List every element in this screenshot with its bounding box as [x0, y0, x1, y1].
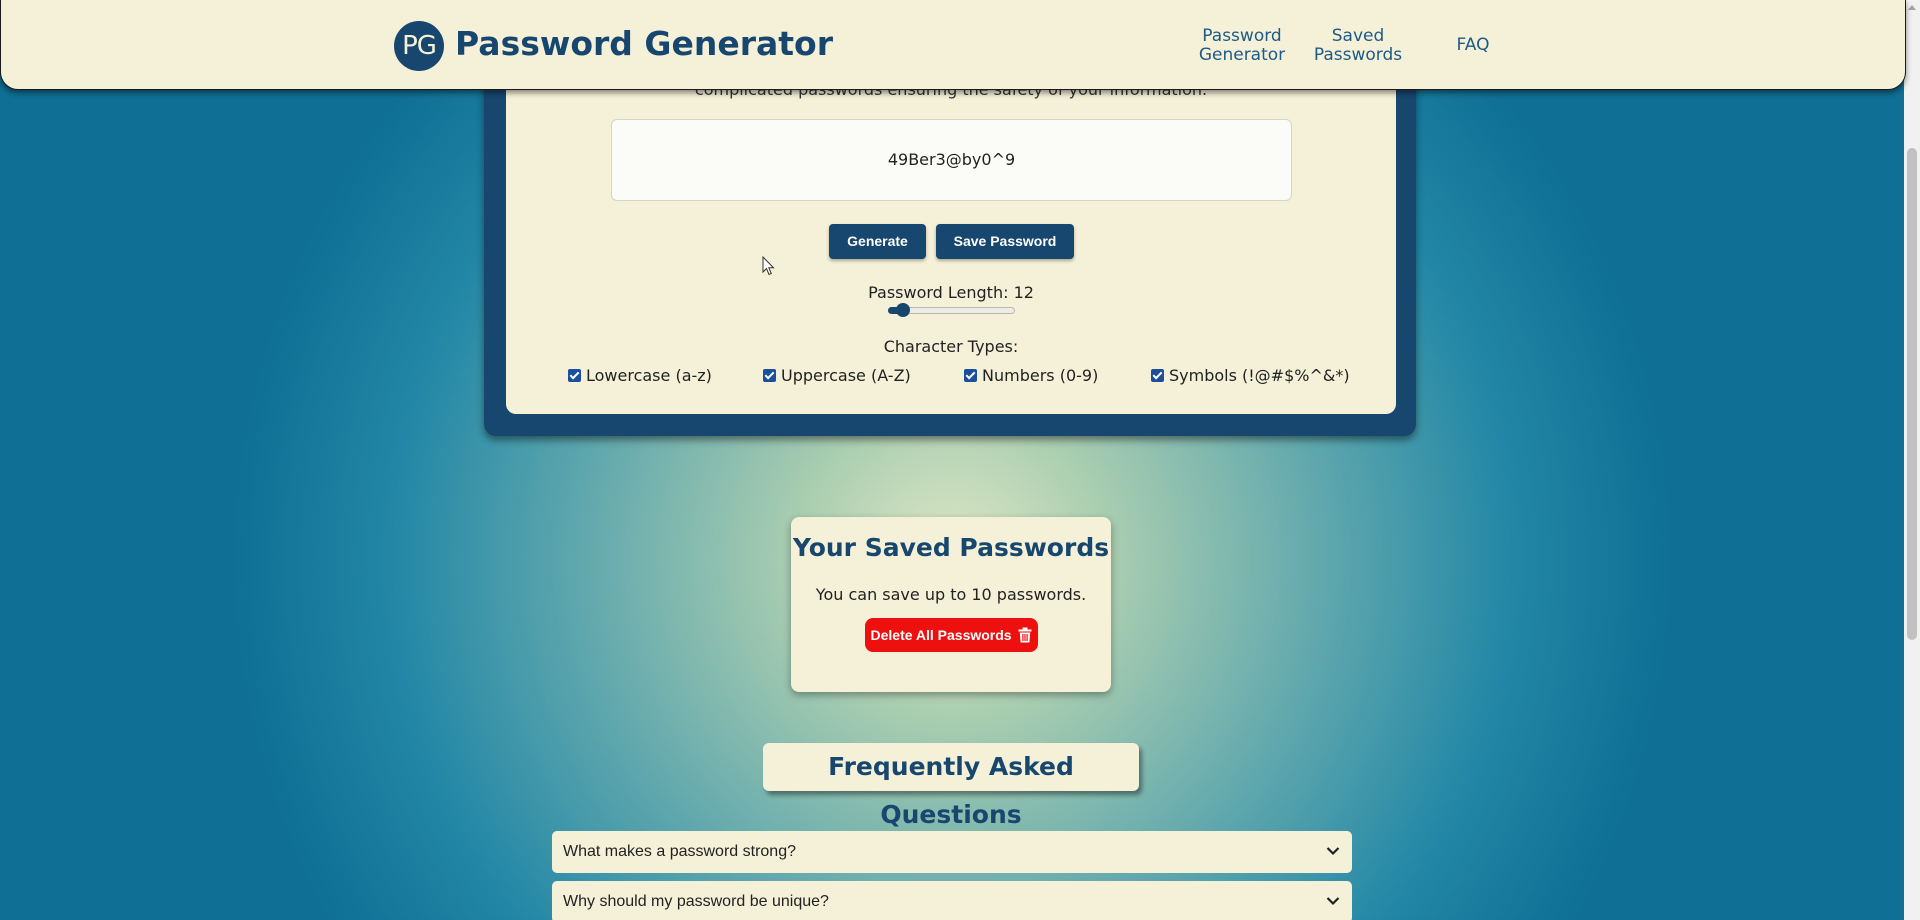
- chevron-down-icon[interactable]: [1326, 896, 1340, 906]
- checkbox-symbols-label: Symbols (!@#$%^&*): [1169, 366, 1350, 385]
- checkbox-uppercase-label: Uppercase (A-Z): [781, 366, 911, 385]
- trash-icon: [1018, 627, 1032, 643]
- save-password-button[interactable]: Save Password: [936, 224, 1074, 259]
- delete-all-passwords-button[interactable]: Delete All Passwords: [865, 618, 1038, 652]
- faq-question: Why should my password be unique?: [563, 893, 829, 910]
- top-navbar: PG Password Generator Password Generator…: [0, 0, 1906, 90]
- character-types-label: Character Types:: [883, 337, 1019, 356]
- checkbox-symbols[interactable]: Symbols (!@#$%^&*): [1151, 366, 1350, 385]
- password-length-slider-thumb[interactable]: [896, 303, 910, 317]
- checkbox-checked-icon[interactable]: [763, 369, 776, 382]
- saved-passwords-title: Your Saved Passwords: [792, 533, 1110, 562]
- nav-link-password-generator[interactable]: Password Generator: [1194, 27, 1290, 65]
- password-length-label: Password Length: 12: [868, 283, 1034, 302]
- generate-button[interactable]: Generate: [829, 224, 926, 259]
- delete-all-passwords-label: Delete All Passwords: [870, 627, 1012, 643]
- scroll-up-arrow-icon[interactable]: [1908, 5, 1916, 10]
- checkbox-uppercase[interactable]: Uppercase (A-Z): [763, 366, 911, 385]
- checkbox-checked-icon[interactable]: [1151, 369, 1164, 382]
- checkbox-checked-icon[interactable]: [964, 369, 977, 382]
- mouse-cursor-icon: [762, 256, 775, 276]
- nav-link-line: Password: [1202, 26, 1282, 46]
- nav-link-line: Saved: [1331, 26, 1385, 46]
- nav-link-saved-passwords[interactable]: Saved Passwords: [1308, 27, 1408, 65]
- faq-item[interactable]: What makes a password strong?: [552, 831, 1352, 873]
- faq-heading: Frequently Asked Questions: [763, 743, 1139, 829]
- brand-title[interactable]: Password Generator: [455, 24, 833, 63]
- password-output[interactable]: 49Ber3@by0^9: [611, 119, 1292, 201]
- faq-question: What makes a password strong?: [563, 843, 796, 860]
- checkbox-numbers[interactable]: Numbers (0-9): [964, 366, 1098, 385]
- checkbox-checked-icon[interactable]: [568, 369, 581, 382]
- checkbox-lowercase[interactable]: Lowercase (a-z): [568, 366, 712, 385]
- checkbox-lowercase-label: Lowercase (a-z): [586, 366, 712, 385]
- faq-item[interactable]: Why should my password be unique?: [552, 881, 1352, 920]
- chevron-down-icon[interactable]: [1326, 846, 1340, 856]
- scrollbar-thumb[interactable]: [1907, 148, 1917, 640]
- checkbox-numbers-label: Numbers (0-9): [982, 366, 1099, 385]
- saved-passwords-subtitle: You can save up to 10 passwords.: [815, 585, 1087, 604]
- brand-logo[interactable]: PG: [394, 21, 444, 71]
- nav-link-faq[interactable]: FAQ: [1448, 36, 1498, 55]
- nav-link-line: Generator: [1198, 45, 1286, 65]
- nav-link-line: Passwords: [1313, 45, 1403, 65]
- nav-link-line: FAQ: [1456, 35, 1490, 55]
